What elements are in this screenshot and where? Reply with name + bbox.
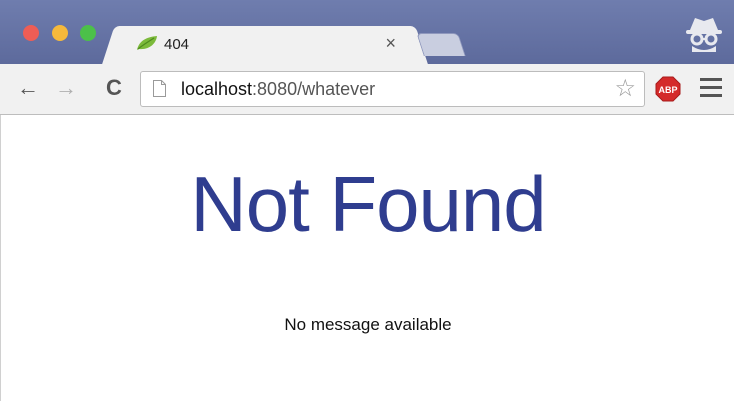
url-path: :8080/whatever bbox=[252, 79, 376, 99]
tab-404[interactable]: 404 × bbox=[120, 26, 410, 66]
back-button[interactable]: ← bbox=[14, 74, 42, 102]
minimize-window-button[interactable] bbox=[52, 25, 68, 41]
abp-label: ABP bbox=[658, 85, 677, 95]
url-text[interactable]: localhost:8080/whatever bbox=[181, 79, 375, 100]
incognito-icon bbox=[686, 18, 722, 52]
forward-button[interactable]: → bbox=[52, 74, 80, 102]
close-window-button[interactable] bbox=[23, 25, 39, 41]
menu-icon[interactable] bbox=[700, 78, 722, 98]
maximize-window-button[interactable] bbox=[80, 25, 96, 41]
page-icon bbox=[153, 80, 166, 97]
error-message: No message available bbox=[284, 315, 452, 334]
new-tab-button[interactable] bbox=[416, 33, 466, 56]
adblock-plus-icon[interactable]: ABP bbox=[655, 76, 681, 102]
url-host: localhost bbox=[181, 79, 253, 99]
browser-toolbar: ← → C localhost:8080/whatever ☆ ABP bbox=[0, 64, 734, 115]
tab-title: 404 bbox=[164, 36, 190, 53]
page-title: Not Found bbox=[190, 160, 546, 248]
reload-button[interactable]: C bbox=[100, 74, 128, 102]
leaf-icon bbox=[137, 36, 157, 50]
page-content: Not Found No message available bbox=[0, 115, 734, 401]
star-icon[interactable]: ☆ bbox=[614, 74, 636, 103]
close-icon[interactable]: × bbox=[385, 33, 396, 54]
address-bar[interactable]: localhost:8080/whatever ☆ bbox=[140, 71, 645, 107]
tab-strip: 404 × bbox=[0, 0, 734, 66]
browser-window: 404 × ← → C localhost:8080/whatever ☆ AB… bbox=[0, 0, 734, 401]
